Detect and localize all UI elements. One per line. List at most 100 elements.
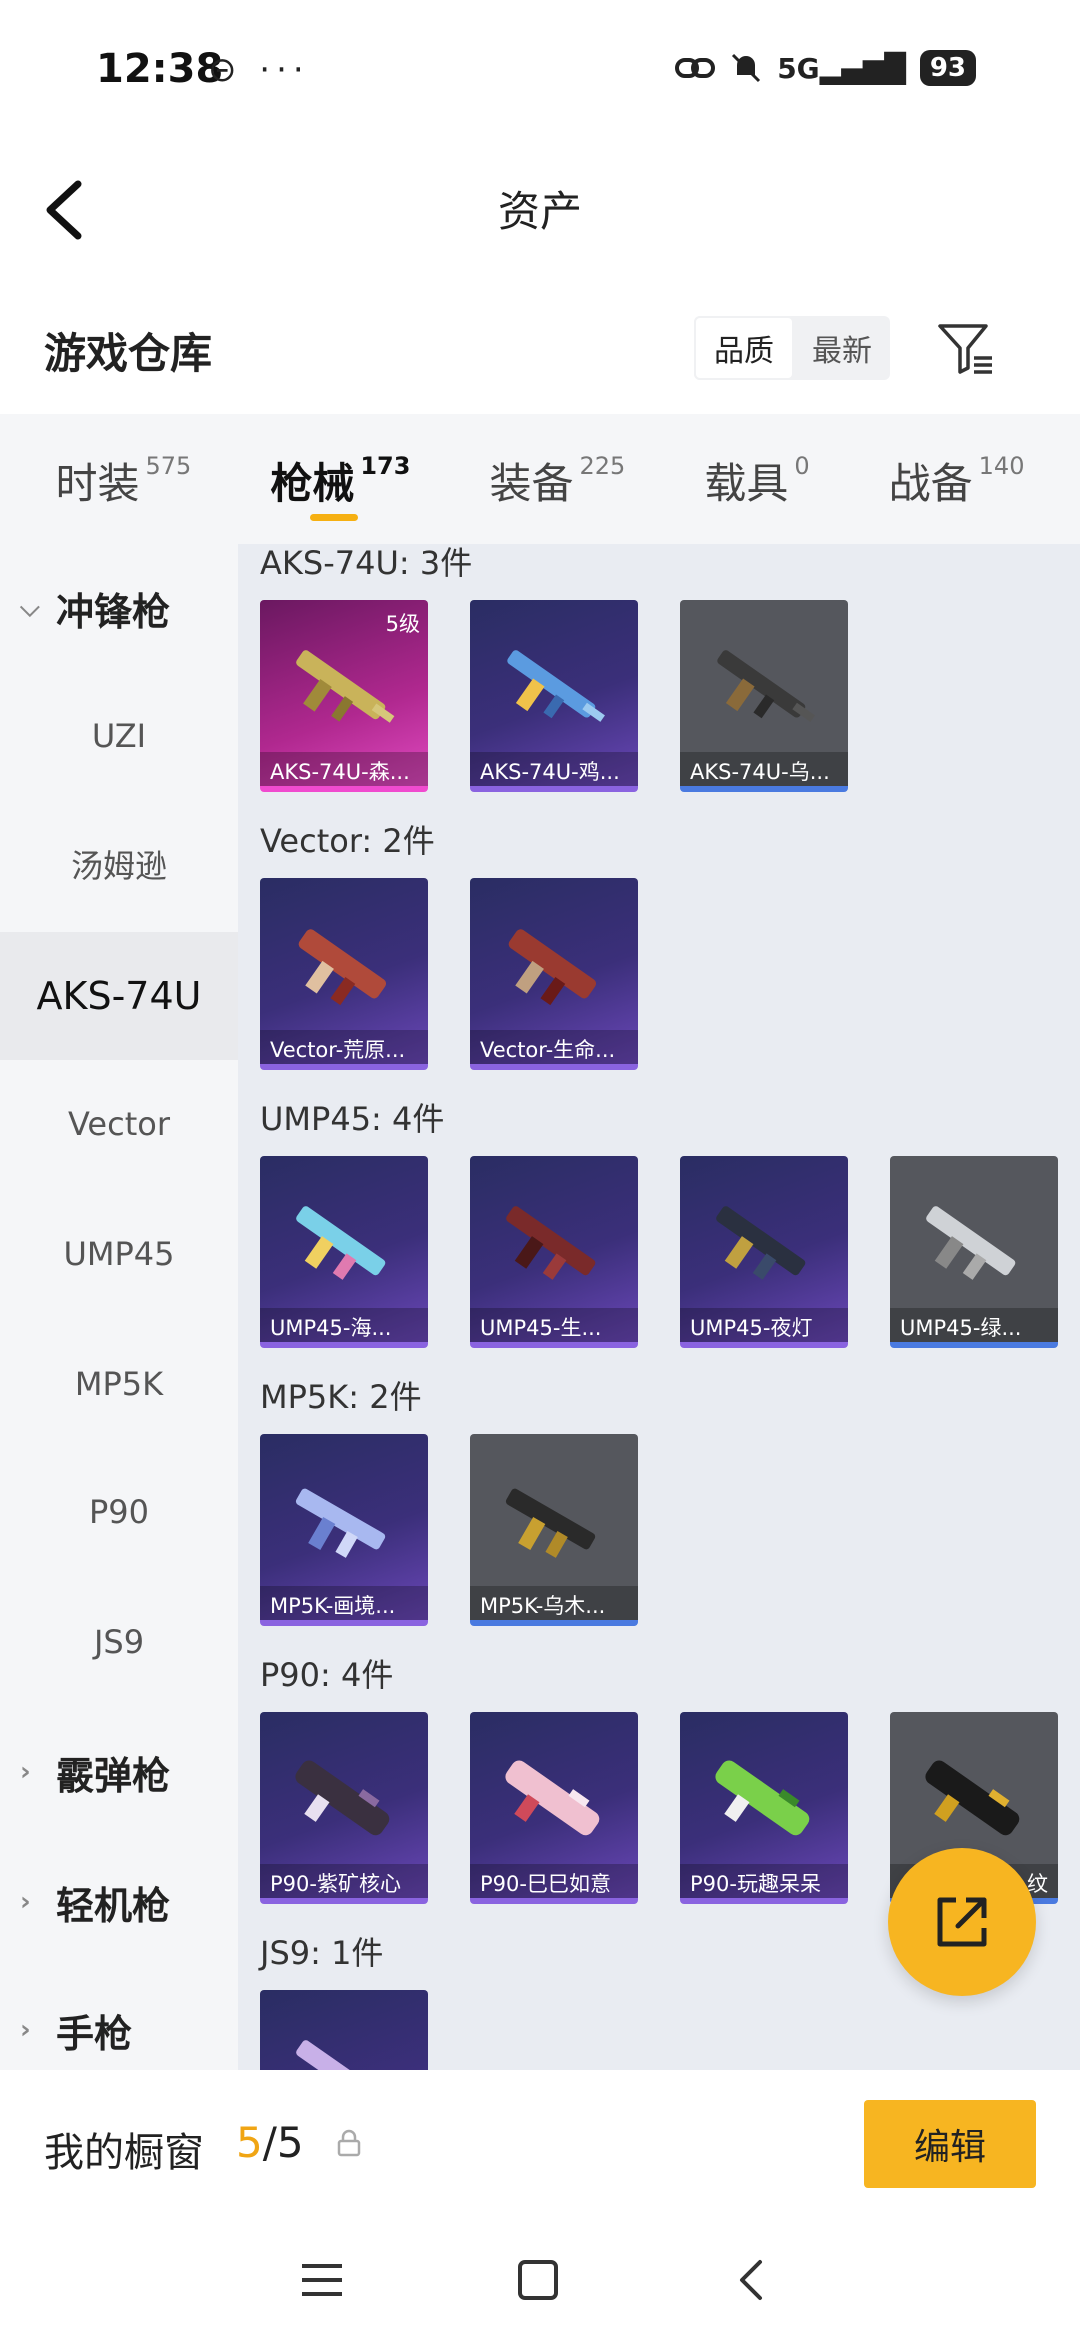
share-fab-button[interactable] bbox=[888, 1848, 1036, 1996]
chevron-right-icon: › bbox=[20, 1757, 31, 1787]
warehouse-title: 游戏仓库 bbox=[44, 329, 213, 378]
card-name: AKS-74U-森... bbox=[260, 752, 428, 786]
card-name: UMP45-绿... bbox=[890, 1308, 1058, 1342]
showcase-current: 5 bbox=[236, 2118, 263, 2167]
card-name: UMP45-夜灯 bbox=[680, 1308, 848, 1342]
gun-icon bbox=[296, 1206, 386, 1280]
sort-latest-button[interactable]: 最新 bbox=[794, 316, 890, 380]
weapon-card[interactable]: UMP45-生... bbox=[470, 1156, 638, 1348]
group-title-aks74u: AKS-74U: 3件 bbox=[260, 544, 473, 582]
gun-icon bbox=[295, 1760, 390, 1836]
weapon-card[interactable] bbox=[260, 1990, 428, 2070]
mute-icon bbox=[732, 53, 761, 83]
gun-icon bbox=[296, 650, 395, 723]
card-name: P90-巳巳如意 bbox=[470, 1864, 638, 1898]
sidebar-category-smg[interactable]: ⌵ 冲锋枪 bbox=[0, 544, 238, 672]
tab-equipment[interactable]: 装备 225 bbox=[489, 414, 625, 544]
weapon-card[interactable]: UMP45-海... bbox=[260, 1156, 428, 1348]
tab-label: 战备 bbox=[888, 459, 973, 508]
sort-quality-button[interactable]: 品质 bbox=[694, 316, 794, 380]
gun-icon bbox=[508, 929, 597, 1006]
weapon-card[interactable]: AKS-74U-鸡... bbox=[470, 600, 638, 792]
chevron-right-icon: › bbox=[20, 2015, 31, 2045]
warehouse-header: 游戏仓库 品质 最新 bbox=[0, 300, 1080, 400]
status-time: 12:38 bbox=[96, 46, 224, 92]
tab-count: 0 bbox=[794, 452, 810, 480]
edit-button[interactable]: 编辑 bbox=[864, 2100, 1036, 2188]
weapon-card[interactable]: 5级 AKS-74U-森... bbox=[260, 600, 428, 792]
gun-icon bbox=[925, 1760, 1020, 1836]
filter-icon[interactable] bbox=[936, 318, 996, 378]
card-name: Vector-生命... bbox=[470, 1030, 638, 1064]
tab-count: 575 bbox=[145, 452, 192, 480]
group-title-js9: JS9: 1件 bbox=[260, 1934, 384, 1972]
gun-icon bbox=[715, 1760, 810, 1836]
tab-count: 140 bbox=[978, 452, 1025, 480]
gun-icon bbox=[505, 1488, 596, 1558]
weapon-card[interactable]: Vector-荒原... bbox=[260, 878, 428, 1070]
tab-firearms[interactable]: 枪械 173 bbox=[270, 414, 410, 544]
page-title: 资产 bbox=[497, 187, 582, 236]
sidebar-item-aks74u[interactable]: AKS-74U bbox=[0, 932, 238, 1060]
sidebar-category-label: 霰弹枪 bbox=[56, 1753, 171, 1798]
gun-icon bbox=[716, 1206, 806, 1280]
sidebar-item-ump45[interactable]: UMP45 bbox=[0, 1190, 238, 1318]
weapon-card[interactable]: UMP45-绿... bbox=[890, 1156, 1058, 1348]
gun-icon bbox=[296, 2040, 386, 2070]
tab-label: 装备 bbox=[489, 459, 574, 508]
card-name: AKS-74U-鸡... bbox=[470, 752, 638, 786]
home-icon[interactable] bbox=[508, 2250, 568, 2310]
tab-count: 225 bbox=[579, 452, 626, 480]
tab-label: 枪械 bbox=[270, 459, 355, 508]
sidebar-category-label: 手枪 bbox=[56, 2011, 133, 2056]
active-tab-indicator bbox=[310, 514, 359, 521]
group-title-vector: Vector: 2件 bbox=[260, 822, 435, 860]
showcase-bar: 我的橱窗 5/5 编辑 bbox=[0, 2070, 1080, 2220]
back-icon[interactable] bbox=[722, 2250, 782, 2310]
top-bar: 资产 bbox=[0, 130, 1080, 280]
weapon-grid: AKS-74U: 3件 5级 AKS-74U-森... AKS-74U-鸡...… bbox=[238, 544, 1080, 2070]
tab-fashion[interactable]: 时装 575 bbox=[56, 414, 192, 544]
signal-icon: 5G▂▄▆█ bbox=[777, 51, 906, 85]
card-name: Vector-荒原... bbox=[260, 1030, 428, 1064]
showcase-label: 我的橱窗 bbox=[44, 2130, 204, 2176]
menu-icon[interactable] bbox=[292, 2250, 352, 2310]
sidebar-category-shotgun[interactable]: › 霰弹枪 bbox=[0, 1708, 238, 1836]
tab-vehicles[interactable]: 载具 0 bbox=[704, 414, 809, 544]
sidebar-item-p90[interactable]: P90 bbox=[0, 1448, 238, 1576]
sidebar-item-uzi[interactable]: UZI bbox=[0, 672, 238, 800]
sidebar-category-label: 冲锋枪 bbox=[56, 589, 171, 634]
weapon-card[interactable]: AKS-74U-乌... bbox=[680, 600, 848, 792]
gun-icon bbox=[507, 650, 605, 722]
sidebar-item-mp5k[interactable]: MP5K bbox=[0, 1320, 238, 1448]
gun-icon bbox=[926, 1206, 1016, 1280]
sidebar-category-label: 轻机枪 bbox=[56, 1883, 171, 1928]
card-name: MP5K-乌木... bbox=[470, 1586, 638, 1620]
card-name: P90-玩趣呆呆 bbox=[680, 1864, 848, 1898]
sidebar-item-js9[interactable]: JS9 bbox=[0, 1578, 238, 1706]
showcase-total: /5 bbox=[262, 2118, 304, 2167]
weapon-card[interactable]: P90-紫矿核心 bbox=[260, 1712, 428, 1904]
sidebar-item-thompson[interactable]: 汤姆逊 bbox=[0, 800, 238, 928]
sidebar-category-lmg[interactable]: › 轻机枪 bbox=[0, 1838, 238, 1966]
weapon-card[interactable]: MP5K-乌木... bbox=[470, 1434, 638, 1626]
gun-icon bbox=[717, 650, 815, 722]
gun-icon bbox=[298, 929, 387, 1006]
weapon-card[interactable]: P90-玩趣呆呆 bbox=[680, 1712, 848, 1904]
weapon-card[interactable]: P90-巳巳如意 bbox=[470, 1712, 638, 1904]
tab-label: 时装 bbox=[55, 459, 140, 508]
group-title-mp5k: MP5K: 2件 bbox=[260, 1378, 422, 1416]
weapon-card[interactable]: MP5K-画境... bbox=[260, 1434, 428, 1626]
card-name: AKS-74U-乌... bbox=[680, 752, 848, 786]
tab-supplies[interactable]: 战备 140 bbox=[889, 414, 1025, 544]
network-type: 5G bbox=[777, 51, 820, 85]
chevron-down-icon: ⌵ bbox=[20, 592, 40, 623]
category-tabs: 时装 575 枪械 173 装备 225 载具 0 战备 140 bbox=[0, 414, 1080, 544]
weapon-card[interactable]: Vector-生命... bbox=[470, 878, 638, 1070]
card-name: UMP45-海... bbox=[260, 1308, 428, 1342]
system-nav-bar bbox=[0, 2220, 1080, 2347]
card-name: P90-紫矿核心 bbox=[260, 1864, 428, 1898]
sidebar-item-vector[interactable]: Vector bbox=[0, 1060, 238, 1188]
showcase-count: 5/5 bbox=[236, 2118, 304, 2167]
weapon-card[interactable]: UMP45-夜灯 bbox=[680, 1156, 848, 1348]
